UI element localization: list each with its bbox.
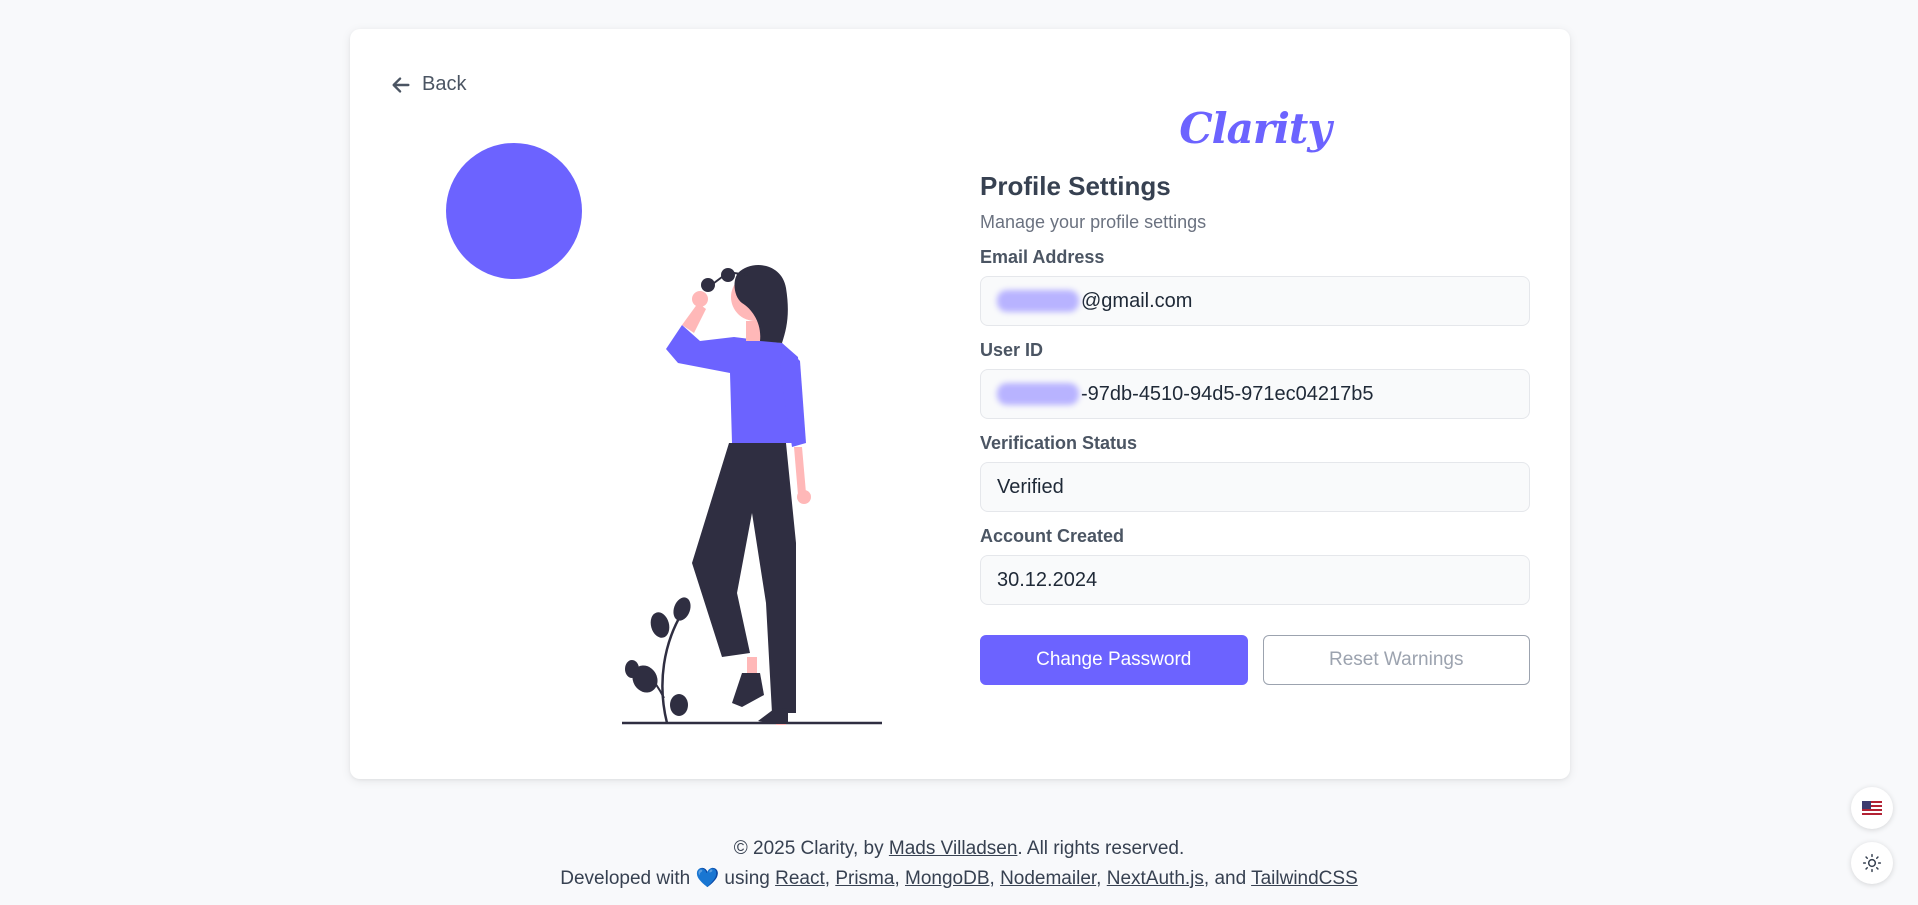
verification-value: Verified [997,475,1064,498]
profile-panel: Clarity Profile Settings Manage your pro… [980,99,1530,685]
sun-icon [1862,853,1882,873]
user-id-field: -97db-4510-94d5-971ec04217b5 [980,369,1530,419]
tailwind-link[interactable]: TailwindCSS [1251,868,1358,889]
action-buttons: Change Password Reset Warnings [980,635,1530,685]
copyright-text: © 2025 Clarity, by [733,838,889,859]
separator: , [989,868,1001,889]
footer-copyright: © 2025 Clarity, by Mads Villadsen. All r… [0,834,1918,864]
email-label: Email Address [980,247,1105,267]
back-label: Back [422,73,467,95]
email-field-group: Email Address @gmail.com [980,247,1530,326]
nextauth-link[interactable]: NextAuth.js [1107,868,1204,889]
clarity-logo: Clarity [1179,104,1331,153]
verification-label: Verification Status [980,433,1138,453]
page-title: Profile Settings [980,171,1171,201]
language-button[interactable] [1851,787,1893,829]
back-button[interactable]: Back [390,73,466,96]
user-id-value: -97db-4510-94d5-971ec04217b5 [1081,382,1374,405]
profile-card: Back Clarity Profile Settings Manage you… [350,29,1570,779]
verification-field-group: Verification Status Verified [980,433,1530,512]
footer: © 2025 Clarity, by Mads Villadsen. All r… [0,834,1918,894]
redaction-blur [997,383,1079,405]
redaction-blur [997,290,1079,312]
account-created-field-group: Account Created 30.12.2024 [980,526,1530,605]
developed-with-text: Developed with [560,868,696,889]
verification-field: Verified [980,462,1530,512]
theme-toggle-button[interactable] [1851,842,1893,884]
react-link[interactable]: React [775,868,825,889]
nodemailer-link[interactable]: Nodemailer [1000,868,1096,889]
heart-icon: 💙 [695,868,720,889]
separator: , and [1203,868,1252,889]
user-id-label: User ID [980,340,1044,360]
separator: , [1096,868,1107,889]
account-created-label: Account Created [980,526,1125,546]
page-subtitle: Manage your profile settings [980,212,1207,232]
sun-circle [446,143,582,279]
woman-illustration [446,143,882,725]
reset-warnings-button[interactable]: Reset Warnings [1262,635,1530,685]
using-text: using [719,868,776,889]
email-value: @gmail.com [1081,289,1193,312]
account-created-field: 30.12.2024 [980,555,1530,605]
rights-text: . All rights reserved. [1017,838,1185,859]
mongodb-link[interactable]: MongoDB [905,868,990,889]
account-created-value: 30.12.2024 [997,568,1098,591]
footer-tech: Developed with 💙 using React, Prisma, Mo… [0,864,1918,894]
email-field: @gmail.com [980,276,1530,326]
us-flag-icon [1862,801,1882,815]
prisma-link[interactable]: Prisma [835,868,894,889]
user-id-field-group: User ID -97db-4510-94d5-971ec04217b5 [980,340,1530,419]
arrow-left-icon [392,76,410,93]
separator: , [894,868,905,889]
change-password-button[interactable]: Change Password [980,635,1248,685]
author-link[interactable]: Mads Villadsen [889,838,1018,859]
separator: , [824,868,836,889]
